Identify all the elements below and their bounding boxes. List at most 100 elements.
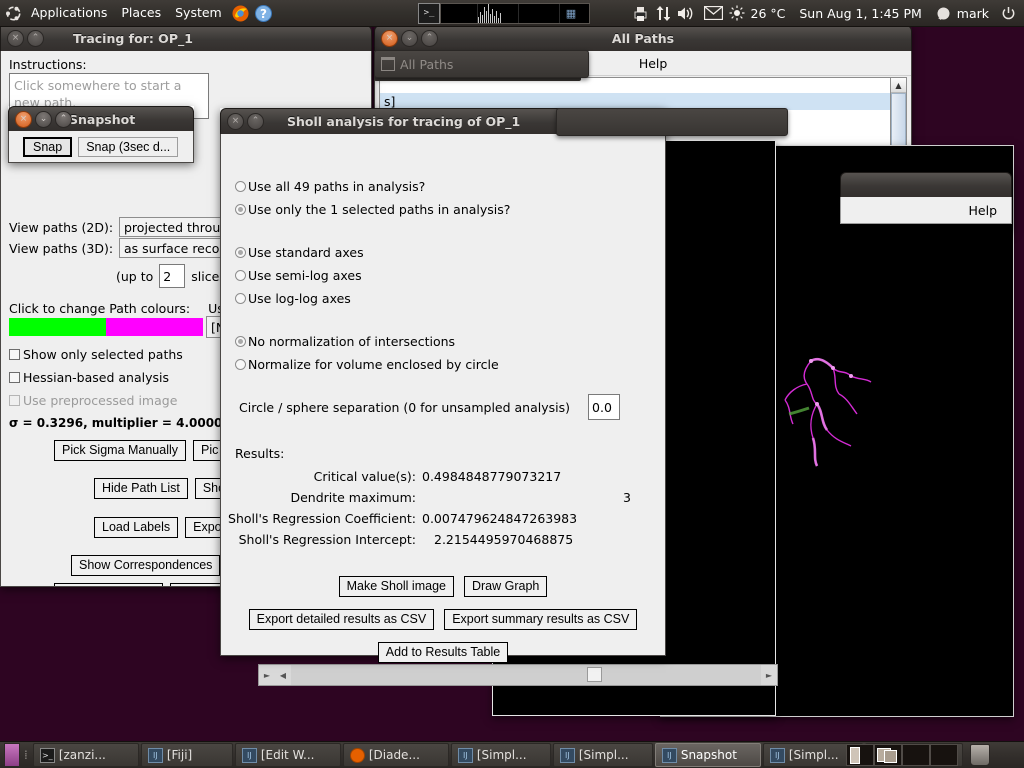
window-buttons[interactable]: × ⌄ ⌃ — [15, 110, 72, 128]
radio-icon-loglog-axes[interactable] — [235, 293, 246, 304]
taskbar-item-label: [Simpl... — [578, 748, 629, 762]
separation-input[interactable]: 0.0 — [588, 394, 621, 420]
window-buttons[interactable]: × ⌃ — [7, 30, 44, 47]
radio-use-selected-paths[interactable]: Use only the 1 selected paths in analysi… — [235, 198, 510, 221]
radio-icon-standard-axes[interactable] — [235, 247, 246, 258]
ubuntu-logo-icon[interactable] — [5, 5, 22, 22]
radio-icon-semilog-axes[interactable] — [235, 270, 246, 281]
menu-applications[interactable]: Applications — [24, 0, 114, 26]
help-icon[interactable]: ? — [254, 4, 273, 23]
username-label[interactable]: mark — [957, 6, 989, 21]
menu-places[interactable]: Places — [114, 0, 168, 26]
snapshot-titlebar[interactable]: × ⌄ ⌃ Snapshot — [8, 106, 194, 131]
all-paths-titlebar[interactable]: × ⌄ ⌃ All Paths — [374, 25, 912, 51]
help-window[interactable]: Help — [840, 172, 1012, 230]
radio-loglog-axes[interactable]: Use log-log axes — [235, 287, 364, 310]
radio-no-normalization[interactable]: No normalization of intersections — [235, 330, 499, 353]
taskbar-item[interactable]: [Diade... — [342, 743, 449, 767]
firefox-icon[interactable] — [231, 4, 250, 23]
window-buttons[interactable]: × ⌄ ⌃ — [381, 30, 438, 47]
maximize-icon[interactable]: ⌃ — [247, 113, 264, 130]
pick-sigma-manually-button[interactable]: Pick Sigma Manually — [54, 440, 187, 461]
slices-input[interactable]: 2 — [159, 264, 186, 288]
taskbar-item[interactable]: IJ [Edit W... — [234, 743, 341, 767]
trash-icon[interactable] — [969, 744, 990, 766]
taskbar-item[interactable]: IJ [Fiji] — [140, 743, 233, 767]
workspace-4[interactable] — [930, 744, 958, 766]
scrollbar-track[interactable] — [291, 665, 761, 685]
snapshot-window[interactable]: × ⌄ ⌃ Snapshot Snap Snap (3sec d... — [8, 106, 194, 163]
radio-label-no-normalization: No normalization of intersections — [248, 334, 456, 349]
help-titlebar[interactable] — [840, 172, 1012, 197]
system-monitor-icon[interactable]: ▦ — [440, 2, 590, 24]
show-correspondences-button[interactable]: Show Correspondences — [71, 555, 221, 576]
export-summary-results-button[interactable]: Export summary results as CSV — [444, 609, 638, 630]
menu-system[interactable]: System — [168, 0, 229, 26]
show-only-selected-row[interactable]: Show only selected paths — [9, 347, 183, 362]
taskbar-handle[interactable]: ⁞ — [24, 748, 28, 762]
close-icon[interactable]: × — [15, 110, 32, 128]
user-status-icon[interactable] — [936, 6, 951, 21]
radio-normalize-volume[interactable]: Normalize for volume enclosed by circle — [235, 353, 499, 376]
tracing-titlebar[interactable]: × ⌃ Tracing for: OP_1 — [0, 25, 372, 51]
window-buttons[interactable]: × ⌃ — [227, 113, 264, 130]
hide-path-list-button[interactable]: Hide Path List — [94, 478, 188, 499]
radio-standard-axes[interactable]: Use standard axes — [235, 241, 364, 264]
selected-path-colour-swatch[interactable] — [9, 318, 106, 336]
save-traces-file-button[interactable]: Save Traces File — [54, 583, 164, 586]
menu-item-help[interactable]: Help — [627, 54, 680, 73]
minimize-icon[interactable]: ⌄ — [35, 110, 52, 128]
snap-delay-button[interactable]: Snap (3sec d... — [78, 136, 179, 157]
taskbar-item[interactable]: IJ Snapshot — [654, 743, 761, 767]
deselected-path-colour-swatch[interactable] — [106, 318, 203, 336]
radio-semilog-axes[interactable]: Use semi-log axes — [235, 264, 364, 287]
taskbar-item[interactable]: IJ [Simpl... — [552, 743, 653, 767]
workspace-2[interactable] — [874, 744, 902, 766]
make-sholl-image-button[interactable]: Make Sholl image — [338, 576, 454, 597]
close-icon[interactable]: × — [7, 30, 24, 47]
scroll-up-arrow-icon[interactable]: ▲ — [891, 78, 906, 93]
help-menu-label[interactable]: Help — [969, 203, 998, 218]
result-row: Dendrite maximum: 3 — [221, 487, 641, 508]
checkbox-hessian[interactable] — [9, 372, 20, 383]
maximize-icon[interactable]: ⌃ — [55, 110, 72, 128]
workspace-3[interactable] — [902, 744, 930, 766]
hessian-row[interactable]: Hessian-based analysis — [9, 370, 169, 385]
close-icon[interactable]: × — [227, 113, 244, 130]
load-labels-button[interactable]: Load Labels — [94, 517, 179, 538]
volume-icon[interactable] — [676, 5, 694, 22]
workspace-switcher[interactable] — [846, 744, 958, 766]
radio-icon-use-all-paths[interactable] — [235, 181, 246, 192]
clock[interactable]: Sun Aug 1, 1:45 PM — [799, 6, 921, 21]
radio-use-all-paths[interactable]: Use all 49 paths in analysis? — [235, 175, 510, 198]
horizontal-scrollbar[interactable]: ► ◀ ► — [258, 664, 778, 686]
sholl-analysis-dialog[interactable]: × ⌃ Sholl analysis for tracing of OP_1 U… — [220, 108, 666, 663]
taskbar-item[interactable]: IJ [Simpl... — [450, 743, 551, 767]
close-icon[interactable]: × — [381, 30, 398, 47]
radio-icon-normalize-volume[interactable] — [235, 359, 246, 370]
maximize-icon[interactable]: ⌃ — [421, 30, 438, 47]
taskbar-item[interactable]: >_ [zanzi... — [32, 743, 139, 767]
terminal-icon[interactable]: >_ — [418, 2, 440, 24]
workspace-1[interactable] — [846, 744, 874, 766]
draw-graph-button[interactable]: Draw Graph — [463, 576, 548, 597]
show-desktop-icon[interactable] — [4, 743, 20, 767]
maximize-icon[interactable]: ⌃ — [27, 30, 44, 47]
scroll-left-arrow-icon[interactable]: ► — [259, 665, 275, 685]
add-to-results-table-button[interactable]: Add to Results Table — [377, 642, 509, 663]
temperature-label[interactable]: 26 °C — [751, 6, 786, 21]
checkbox-show-only-selected[interactable] — [9, 349, 20, 360]
network-icon[interactable] — [655, 5, 670, 22]
radio-icon-use-selected-paths[interactable] — [235, 204, 246, 215]
scroll-right-arrow-icon[interactable]: ► — [761, 665, 777, 685]
scroll-left-arrow-2-icon[interactable]: ◀ — [275, 665, 291, 685]
power-icon[interactable] — [1001, 6, 1016, 21]
minimize-icon[interactable]: ⌄ — [401, 30, 418, 47]
result-row: Sholl's Regression Coefficient: 0.007479… — [221, 508, 641, 529]
radio-icon-no-normalization[interactable] — [235, 336, 246, 347]
mail-icon[interactable] — [703, 6, 723, 20]
export-detailed-results-button[interactable]: Export detailed results as CSV — [248, 609, 435, 630]
snap-button[interactable]: Snap — [23, 136, 73, 157]
printer-icon[interactable] — [632, 5, 649, 22]
scrollbar-thumb[interactable] — [587, 667, 603, 682]
